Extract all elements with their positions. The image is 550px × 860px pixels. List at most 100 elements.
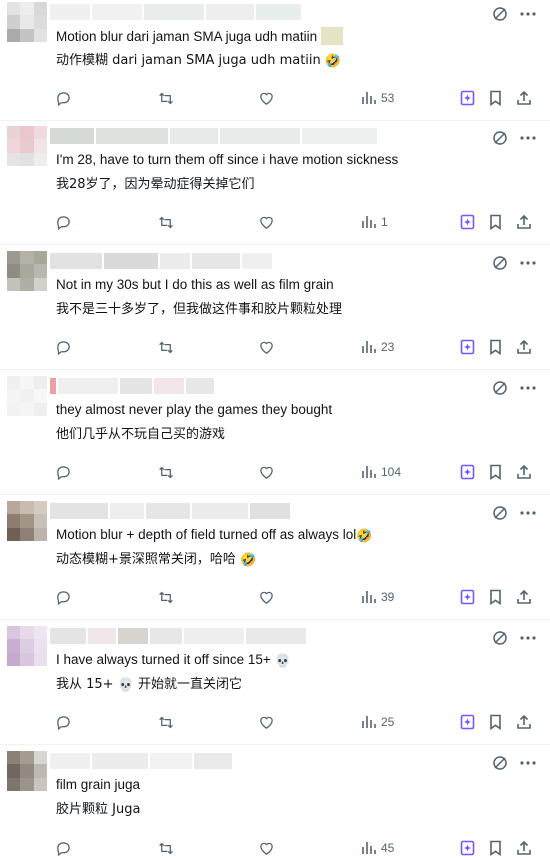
more-icon[interactable] [519, 6, 537, 22]
bookmark-icon [490, 840, 501, 856]
retweet-icon [159, 466, 173, 478]
views-button[interactable]: 53 [361, 88, 394, 108]
like-button[interactable] [258, 88, 275, 108]
avatar[interactable] [7, 751, 47, 791]
grok-icon[interactable] [492, 380, 508, 396]
heart-icon [260, 716, 273, 729]
reply-translation: 胶片颗粒 Juga [56, 802, 141, 817]
bookmark-button[interactable] [488, 462, 503, 482]
reply-button[interactable] [55, 212, 72, 232]
share-button[interactable] [516, 712, 532, 732]
user-name-redacted[interactable] [50, 128, 377, 144]
grok-button[interactable] [460, 712, 475, 732]
bookmark-button[interactable] [488, 712, 503, 732]
grok-icon[interactable] [492, 130, 508, 146]
more-icon[interactable] [519, 130, 537, 146]
views-icon [362, 591, 376, 603]
more-icon[interactable] [519, 755, 537, 771]
retweet-button[interactable] [157, 212, 175, 232]
grok-icon[interactable] [492, 630, 508, 646]
reply-button[interactable] [55, 838, 72, 858]
share-button[interactable] [516, 337, 532, 357]
grok-button[interactable] [460, 337, 475, 357]
views-icon [362, 216, 376, 228]
retweet-icon [159, 216, 173, 228]
share-button[interactable] [516, 838, 532, 858]
grok-button[interactable] [460, 838, 475, 858]
like-button[interactable] [258, 337, 275, 357]
retweet-button[interactable] [157, 337, 175, 357]
bookmark-button[interactable] [488, 337, 503, 357]
action-bar: 53 [0, 88, 550, 108]
more-icon[interactable] [519, 505, 537, 521]
reply-button[interactable] [55, 587, 72, 607]
share-button[interactable] [516, 587, 532, 607]
retweet-icon [159, 716, 173, 728]
reply-button[interactable] [55, 337, 72, 357]
views-button[interactable]: 39 [361, 587, 394, 607]
views-button[interactable]: 25 [361, 712, 394, 732]
views-count: 23 [381, 340, 395, 354]
grok-button[interactable] [460, 462, 475, 482]
bookmark-icon [490, 90, 501, 106]
avatar[interactable] [7, 126, 47, 166]
user-name-redacted[interactable] [50, 4, 301, 20]
views-button[interactable]: 1 [361, 212, 388, 232]
share-button[interactable] [516, 462, 532, 482]
more-icon[interactable] [519, 630, 537, 646]
views-count: 25 [381, 715, 395, 729]
retweet-button[interactable] [157, 462, 175, 482]
grok-button[interactable] [460, 88, 475, 108]
grok-icon[interactable] [492, 6, 508, 22]
user-name-redacted[interactable] [50, 253, 272, 269]
retweet-icon [159, 842, 173, 854]
views-button[interactable]: 104 [361, 462, 401, 482]
grok-icon [460, 90, 475, 106]
reply-translation: 动态模糊+景深照常关闭，哈哈 🤣 [56, 552, 257, 568]
avatar[interactable] [7, 376, 47, 416]
share-button[interactable] [516, 212, 532, 232]
share-button[interactable] [516, 88, 532, 108]
reply-translation: 他们几乎从不玩自己买的游戏 [56, 427, 226, 442]
grok-icon[interactable] [492, 505, 508, 521]
grok-icon[interactable] [492, 755, 508, 771]
action-bar: 104 [0, 462, 550, 482]
grok-button[interactable] [460, 587, 475, 607]
views-icon [362, 842, 376, 854]
like-button[interactable] [258, 587, 275, 607]
views-button[interactable]: 23 [361, 337, 394, 357]
reply-button[interactable] [55, 712, 72, 732]
share-icon [517, 589, 531, 604]
bookmark-button[interactable] [488, 212, 503, 232]
heart-icon [260, 591, 273, 604]
views-count: 53 [381, 91, 395, 105]
bookmark-button[interactable] [488, 587, 503, 607]
user-name-redacted[interactable] [50, 378, 214, 394]
retweet-button[interactable] [157, 88, 175, 108]
views-icon [362, 466, 376, 478]
user-name-redacted[interactable] [50, 503, 290, 519]
more-icon[interactable] [519, 255, 537, 271]
reply-translation: 动作模糊 dari jaman SMA juga udh matiin 🤣 [56, 53, 342, 69]
more-icon[interactable] [519, 380, 537, 396]
retweet-button[interactable] [157, 712, 175, 732]
avatar[interactable] [7, 626, 47, 666]
avatar[interactable] [7, 251, 47, 291]
views-button[interactable]: 45 [361, 838, 394, 858]
like-button[interactable] [258, 462, 275, 482]
user-name-redacted[interactable] [50, 628, 306, 644]
grok-icon[interactable] [492, 255, 508, 271]
user-name-redacted[interactable] [50, 753, 232, 769]
like-button[interactable] [258, 712, 275, 732]
reply-button[interactable] [55, 88, 72, 108]
avatar[interactable] [7, 501, 47, 541]
bookmark-button[interactable] [488, 88, 503, 108]
reply-button[interactable] [55, 462, 72, 482]
grok-button[interactable] [460, 212, 475, 232]
retweet-button[interactable] [157, 587, 175, 607]
like-button[interactable] [258, 838, 275, 858]
like-button[interactable] [258, 212, 275, 232]
avatar[interactable] [7, 2, 47, 42]
bookmark-button[interactable] [488, 838, 503, 858]
retweet-button[interactable] [157, 838, 175, 858]
